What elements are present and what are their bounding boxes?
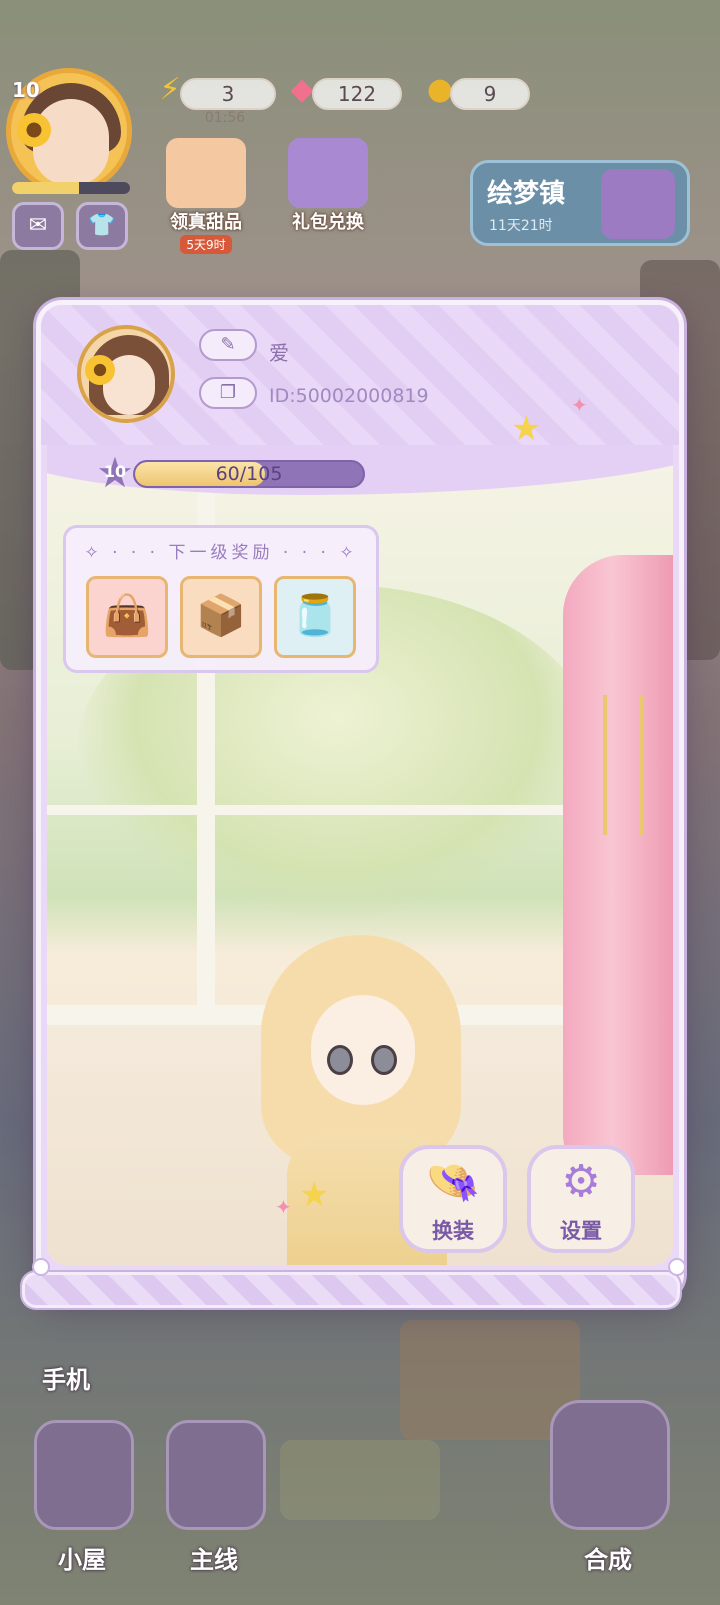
settings-label: 设置 <box>560 1219 602 1243</box>
dessert-event-timer: 5天9时 <box>180 235 232 254</box>
profile-modal: ✎ 爱 ❐ ID:50002000819 ★ ✦ 60/105 ★ 10 ✧ ·… <box>36 300 684 1300</box>
mail-button[interactable]: ✉ <box>12 202 64 250</box>
envelope-icon: ✉ <box>28 213 48 238</box>
player-xp-mini-bar <box>12 182 130 194</box>
modal-footer-bar <box>22 1272 680 1308</box>
house-label: 小屋 <box>58 1546 106 1574</box>
main-quest-label: 主线 <box>190 1546 238 1574</box>
sunflower-icon <box>85 355 115 385</box>
window-sill <box>47 805 607 815</box>
curtain-ribbon <box>603 695 643 835</box>
treasure-chest-icon[interactable]: 📦 <box>180 576 262 658</box>
shopping-bag-icon[interactable]: 👜 <box>86 576 168 658</box>
level-progress-bar: 60/105 <box>133 460 365 488</box>
gear-icon: ⚙ <box>561 1156 601 1207</box>
doll-face <box>311 995 415 1105</box>
pink-curtain <box>563 555 673 1175</box>
profile-avatar[interactable] <box>77 325 175 423</box>
phone-label[interactable]: 手机 <box>42 1360 90 1395</box>
merge-button[interactable] <box>550 1400 670 1530</box>
energy-counter[interactable]: 3 <box>180 78 276 110</box>
pink-sparkle-icon: ✦ <box>571 393 588 417</box>
main-quest-button[interactable] <box>166 1420 266 1530</box>
gem-counter[interactable]: 122 <box>312 78 402 110</box>
pink-sparkle-icon: ✦ <box>275 1195 292 1219</box>
dessert-event-button[interactable]: 领真甜品 5天9时 <box>150 138 262 254</box>
wardrobe-button[interactable]: 👕 <box>76 202 128 250</box>
energy-timer: 01:56 <box>204 110 246 126</box>
gift-redeem-label: 礼包兑换 <box>292 212 364 233</box>
player-level-badge: 10 <box>12 78 40 102</box>
user-id: ID:50002000819 <box>269 385 429 407</box>
water-dispenser-icon[interactable]: 🫙 <box>274 576 356 658</box>
doll-left-eye <box>327 1045 353 1075</box>
cake-icon <box>166 138 246 208</box>
next-reward-title-text: 下一级奖励 <box>168 543 274 563</box>
gift-redeem-button[interactable]: 礼包兑换 <box>272 138 384 234</box>
next-level-reward-panel: ✧ · · · 下一级奖励 · · · ✧ 👜 📦 🫙 <box>63 525 379 673</box>
witch-hat-icon <box>601 169 675 239</box>
modal-corner-knob-left <box>32 1258 50 1276</box>
copy-id-button[interactable]: ❐ <box>199 377 257 409</box>
next-reward-title: ✧ · · · 下一级奖励 · · · ✧ <box>84 543 358 563</box>
town-event-button[interactable]: 绘梦镇 11天21时 <box>470 160 690 246</box>
star-sparkle-icon: ★ <box>511 409 542 449</box>
star-sparkle-icon: ★ <box>299 1175 330 1215</box>
modal-corner-knob-right <box>668 1258 686 1276</box>
house-button[interactable] <box>34 1420 134 1530</box>
settings-button[interactable]: ⚙ 设置 <box>527 1145 635 1253</box>
straw-hat-icon: 👒 <box>425 1156 481 1207</box>
username: 爱 <box>269 341 289 365</box>
sunflower-icon <box>17 113 51 147</box>
town-timer: 11天21时 <box>489 218 553 234</box>
dessert-event-label: 领真甜品 <box>170 212 242 233</box>
gift-box-icon <box>288 138 368 208</box>
merge-label: 合成 <box>584 1546 632 1574</box>
coin-counter[interactable]: 9 <box>450 78 530 110</box>
dress-up-label: 换装 <box>432 1219 474 1243</box>
copy-icon: ❐ <box>219 382 237 403</box>
edit-name-button[interactable]: ✎ <box>199 329 257 361</box>
top-hud: 10 ⚡ 3 01:56 ◆ 122 ● 9 ✉ 👕 领真甜品 5天9时 礼包兑… <box>0 60 720 260</box>
shirt-icon: 👕 <box>88 213 116 238</box>
level-progress-text: 60/105 <box>215 463 283 485</box>
doll-right-eye <box>371 1045 397 1075</box>
pencil-icon: ✎ <box>220 334 236 355</box>
town-title: 绘梦镇 <box>487 179 566 209</box>
dress-up-button[interactable]: 👒 换装 <box>399 1145 507 1253</box>
profile-level: 10 <box>103 462 127 481</box>
